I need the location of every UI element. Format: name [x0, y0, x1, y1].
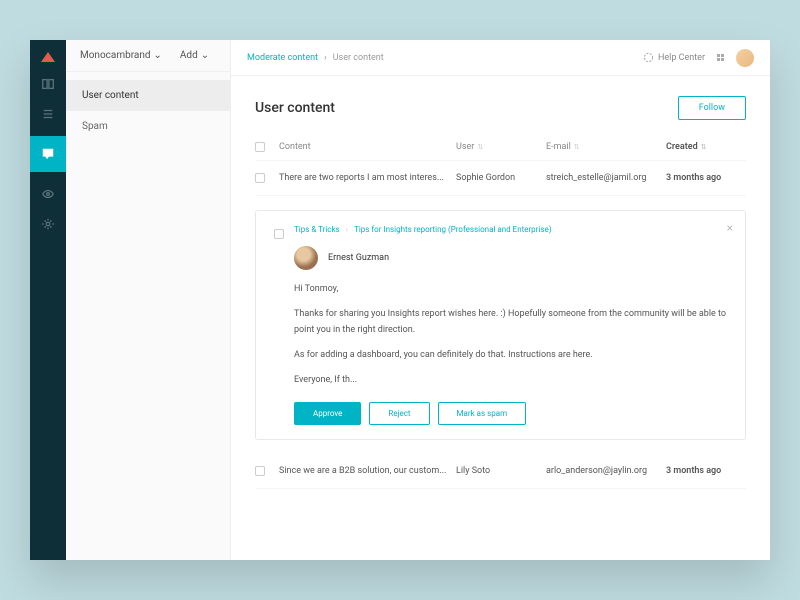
help-center-link[interactable]: Help Center — [643, 52, 705, 63]
cell-created: 3 months ago — [666, 173, 746, 183]
close-icon[interactable]: × — [727, 221, 733, 235]
col-user[interactable]: User — [456, 142, 474, 152]
chevron-right-icon: › — [324, 53, 327, 63]
col-content: Content — [279, 142, 456, 152]
card-crumb-a[interactable]: Tips & Tricks — [294, 225, 340, 234]
col-email[interactable]: E-mail — [546, 142, 571, 152]
cell-content: There are two reports I am most interes.… — [279, 173, 456, 183]
add-dropdown[interactable]: Add⌄ — [180, 50, 209, 61]
col-created[interactable]: Created — [666, 142, 698, 152]
rail-item-moderate[interactable] — [30, 136, 66, 172]
select-all-checkbox[interactable] — [255, 142, 265, 152]
follow-button[interactable]: Follow — [678, 96, 746, 120]
chevron-right-icon: › — [346, 225, 348, 234]
cell-user: Lily Soto — [456, 466, 546, 476]
table-row[interactable]: There are two reports I am most interes.… — [255, 161, 746, 196]
sidebar: Monocambrand⌄ Add⌄ User content Spam — [66, 40, 231, 560]
cell-email: streich_estelle@jamil.org — [546, 173, 666, 183]
content-card: × Tips & Tricks › Tips for Insights repo… — [255, 210, 746, 440]
row-checkbox[interactable] — [255, 173, 265, 183]
chevron-down-icon: ⌄ — [154, 50, 162, 61]
reject-button[interactable]: Reject — [369, 402, 429, 425]
app-window: Monocambrand⌄ Add⌄ User content Spam Mod… — [30, 40, 770, 560]
user-avatar[interactable] — [736, 49, 754, 67]
row-checkbox[interactable] — [255, 466, 265, 476]
author-name: Ernest Guzman — [328, 253, 389, 263]
breadcrumb: Moderate content › User content — [247, 53, 384, 63]
sort-icon[interactable]: ⇅ — [701, 143, 707, 151]
page-title: User content — [255, 100, 335, 116]
rail-item-1[interactable] — [40, 76, 56, 92]
author-avatar — [294, 246, 318, 270]
table-row[interactable]: Since we are a B2B solution, our custom.… — [255, 454, 746, 489]
card-crumb-b[interactable]: Tips for Insights reporting (Professiona… — [354, 225, 551, 234]
apps-icon[interactable] — [717, 54, 724, 61]
approve-button[interactable]: Approve — [294, 402, 361, 425]
sort-icon[interactable]: ⇅ — [574, 143, 580, 151]
chevron-down-icon: ⌄ — [201, 50, 209, 61]
sort-icon[interactable]: ⇅ — [477, 143, 483, 151]
sidebar-item-spam[interactable]: Spam — [66, 111, 230, 142]
mark-spam-button[interactable]: Mark as spam — [438, 402, 527, 425]
breadcrumb-current: User content — [333, 53, 384, 63]
cell-content: Since we are a B2B solution, our custom.… — [279, 466, 456, 476]
table-header: Content User⇅ E-mail⇅ Created⇅ — [255, 134, 746, 161]
card-checkbox[interactable] — [274, 229, 284, 239]
cell-user: Sophie Gordon — [456, 173, 546, 183]
rail-item-4[interactable] — [40, 186, 56, 202]
cell-email: arlo_anderson@jaylin.org — [546, 466, 666, 476]
main: Moderate content › User content Help Cen… — [231, 40, 770, 560]
brand-dropdown[interactable]: Monocambrand⌄ — [80, 50, 162, 61]
card-breadcrumb: Tips & Tricks › Tips for Insights report… — [294, 225, 727, 234]
topbar: Moderate content › User content Help Cen… — [231, 40, 770, 76]
nav-rail — [30, 40, 66, 560]
sidebar-item-user-content[interactable]: User content — [66, 80, 230, 111]
help-icon — [643, 52, 654, 63]
card-body: Hi Tonmoy, Thanks for sharing you Insigh… — [294, 282, 727, 388]
rail-item-settings[interactable] — [40, 216, 56, 232]
breadcrumb-parent[interactable]: Moderate content — [247, 53, 318, 63]
rail-item-2[interactable] — [40, 106, 56, 122]
cell-created: 3 months ago — [666, 466, 746, 476]
logo-icon — [41, 52, 55, 62]
